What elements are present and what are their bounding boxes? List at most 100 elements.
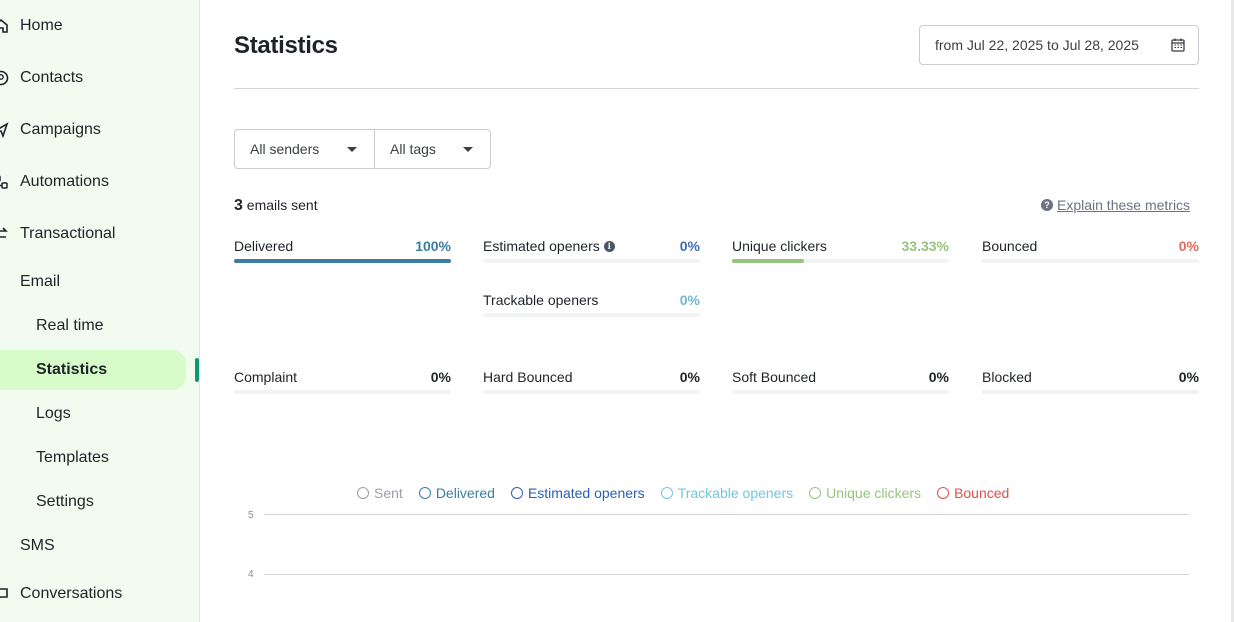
metric-value: 33.33%	[901, 238, 949, 254]
metric-label: Soft Bounced	[732, 369, 817, 385]
metric-value: 0%	[1178, 238, 1199, 254]
sidebar-item-label: Automations	[20, 173, 109, 190]
metric-label-text: Estimated openers	[483, 238, 600, 254]
legend-label: Unique clickers	[826, 485, 922, 501]
senders-filter-dropdown[interactable]: All senders	[234, 129, 375, 169]
metric-label: Blocked	[982, 369, 1032, 385]
metric-label: Hard Bounced	[483, 369, 573, 385]
contacts-icon	[0, 70, 9, 86]
date-range-text: from Jul 22, 2025 to Jul 28, 2025	[935, 37, 1139, 53]
sidebar-item-statistics[interactable]: Statistics	[0, 350, 186, 390]
metric-unique-clickers: Unique clickers 33.33%	[732, 238, 949, 268]
metric-track	[982, 390, 1199, 394]
info-icon[interactable]: i	[603, 240, 615, 252]
metric-value: 0%	[679, 292, 700, 308]
legend-item-estimated-openers[interactable]: Estimated openers	[510, 485, 645, 501]
transactional-icon	[0, 226, 9, 242]
legend-item-unique-clickers[interactable]: Unique clickers	[809, 485, 921, 501]
metric-soft-bounced: Soft Bounced 0%	[732, 369, 949, 399]
sidebar-item-label: Transactional	[20, 225, 116, 242]
metric-label: Complaint	[234, 369, 298, 385]
metric-delivered: Delivered 100%	[234, 238, 451, 268]
sidebar-item-label: Statistics	[36, 361, 108, 378]
metric-label: Estimated openers i	[483, 238, 615, 254]
legend-item-delivered[interactable]: Delivered	[418, 485, 495, 501]
metric-track	[982, 259, 1199, 263]
legend-dot-icon	[418, 487, 431, 499]
sidebar: Home Contacts Campaigns Automations Tran…	[0, 0, 200, 622]
metric-value: 0%	[1178, 369, 1199, 385]
grid-line	[264, 514, 1189, 515]
metric-track	[483, 259, 700, 263]
metric-track	[483, 390, 700, 394]
metric-trackable-openers: Trackable openers 0%	[483, 292, 700, 322]
metric-complaint: Complaint 0%	[234, 369, 451, 399]
calendar-icon	[1171, 38, 1185, 52]
explain-metrics-link[interactable]: ? Explain these metrics	[1041, 197, 1190, 213]
emails-sent-summary: 3 emails sent	[234, 197, 318, 215]
sidebar-item-label: Settings	[36, 493, 94, 510]
metric-label: Bounced	[982, 238, 1038, 254]
page-title: Statistics	[234, 32, 338, 59]
metric-track	[732, 390, 949, 394]
sidebar-item-label: Templates	[36, 449, 109, 466]
chart-legend: Sent Delivered Estimated openers Trackab…	[357, 485, 1009, 501]
metric-value: 0%	[430, 369, 451, 385]
metric-label: Delivered	[234, 238, 294, 254]
metric-hard-bounced: Hard Bounced 0%	[483, 369, 700, 399]
legend-item-trackable-openers[interactable]: Trackable openers	[660, 485, 794, 501]
legend-label: Bounced	[954, 485, 1010, 501]
legend-label: Sent	[374, 485, 403, 501]
active-marker	[195, 358, 199, 382]
question-icon: ?	[1041, 199, 1053, 211]
legend-dot-icon	[809, 487, 822, 499]
legend-label: Delivered	[435, 485, 495, 501]
metric-value: 0%	[679, 369, 700, 385]
header-divider	[234, 88, 1199, 89]
sidebar-item-label: SMS	[20, 537, 55, 554]
sidebar-item-label: Conversations	[20, 585, 123, 602]
emails-sent-count: 3	[234, 197, 243, 214]
sidebar-item-label: Real time	[36, 317, 104, 334]
legend-dot-icon	[510, 487, 523, 499]
legend-dot-icon	[937, 487, 950, 499]
metric-track	[732, 259, 949, 263]
date-range-picker[interactable]: from Jul 22, 2025 to Jul 28, 2025	[919, 25, 1199, 65]
grid-line	[264, 574, 1189, 575]
metric-fill	[234, 259, 451, 263]
metric-fill	[732, 259, 805, 263]
emails-sent-suffix: emails sent	[246, 197, 318, 213]
y-tick-label: 4	[248, 569, 254, 580]
metric-track	[234, 259, 451, 263]
metric-track	[483, 313, 700, 317]
chart-area: 5 4	[234, 505, 1199, 622]
explain-metrics-label: Explain these metrics	[1057, 197, 1191, 213]
metric-value: 100%	[415, 238, 451, 254]
home-icon	[0, 18, 9, 34]
legend-dot-icon	[660, 487, 673, 499]
caret-down-icon	[347, 147, 357, 152]
metric-estimated-openers: Estimated openers i 0%	[483, 238, 700, 268]
sidebar-item-label: Home	[20, 17, 63, 34]
metric-track	[234, 390, 451, 394]
tags-filter-dropdown[interactable]: All tags	[374, 129, 491, 169]
caret-down-icon	[463, 147, 473, 152]
y-tick-label: 5	[248, 510, 254, 521]
metric-blocked: Blocked 0%	[982, 369, 1199, 399]
conversations-icon	[0, 586, 9, 602]
sidebar-item-label: Campaigns	[20, 121, 101, 138]
legend-label: Estimated openers	[527, 485, 645, 501]
legend-label: Trackable openers	[677, 485, 794, 501]
legend-dot-icon	[357, 487, 369, 499]
legend-item-sent[interactable]: Sent	[357, 485, 403, 501]
legend-item-bounced[interactable]: Bounced	[937, 485, 1009, 501]
metric-label: Trackable openers	[483, 292, 599, 308]
metric-value: 0%	[679, 238, 700, 254]
metric-value: 0%	[928, 369, 949, 385]
metric-bounced: Bounced 0%	[982, 238, 1199, 268]
tags-filter-value: All tags	[390, 141, 436, 157]
sidebar-item-label: Logs	[36, 405, 71, 422]
automations-icon	[0, 174, 9, 190]
metric-label: Unique clickers	[732, 238, 827, 254]
senders-filter-value: All senders	[250, 141, 320, 157]
